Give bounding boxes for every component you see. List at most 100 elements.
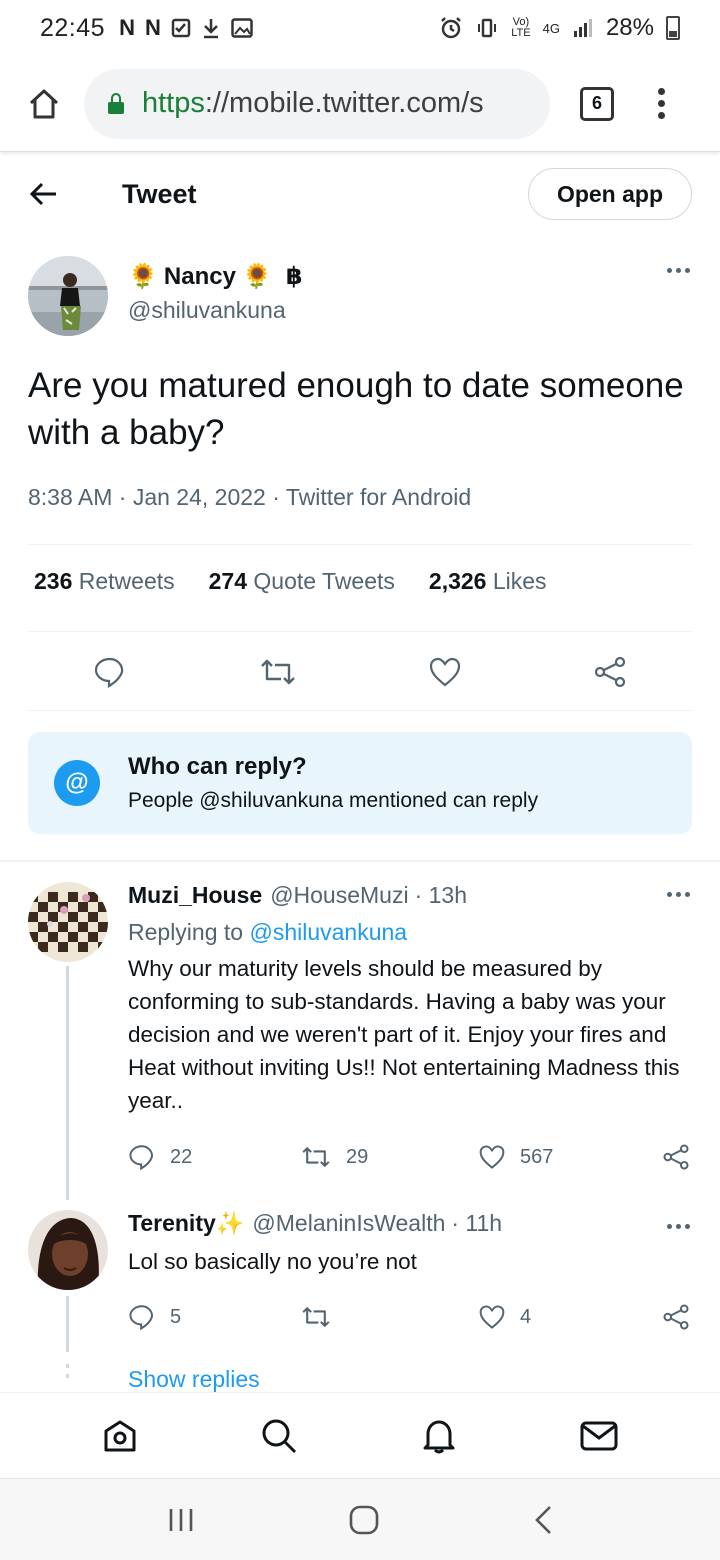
- battery-icon: [666, 16, 680, 40]
- retweets-stat[interactable]: 236 Retweets: [34, 568, 175, 595]
- tweet-timestamp[interactable]: 8:38 AM · Jan 24, 2022 · Twitter for And…: [28, 484, 471, 511]
- mention-link[interactable]: @shiluvankuna: [249, 919, 407, 945]
- show-replies-link[interactable]: Show replies: [128, 1366, 260, 1393]
- thread-dot: [66, 1374, 69, 1378]
- system-navigation: [0, 1478, 720, 1560]
- more-options-icon[interactable]: [667, 268, 690, 273]
- back-arrow-icon[interactable]: [28, 178, 60, 210]
- messages-envelope-icon[interactable]: [579, 1419, 619, 1453]
- mention-icon: @: [54, 760, 100, 806]
- address-bar[interactable]: https://mobile.twitter.com/s: [84, 68, 550, 139]
- home-icon: [29, 89, 59, 118]
- reply-time[interactable]: · 13h: [415, 882, 467, 909]
- like-icon[interactable]: [428, 656, 462, 688]
- share-icon[interactable]: [662, 1143, 690, 1171]
- divider: [28, 710, 692, 711]
- network-type: 4G: [542, 20, 560, 36]
- status-time: 22:45: [40, 13, 106, 42]
- thread-dot: [66, 1364, 69, 1368]
- recent-apps-icon[interactable]: [166, 1505, 196, 1535]
- tweet-stats: 236 Retweets 274 Quote Tweets 2,326 Like…: [34, 568, 547, 595]
- back-icon[interactable]: [532, 1504, 554, 1536]
- baht-badge: ฿: [285, 263, 303, 290]
- image-icon: [231, 18, 253, 38]
- volte-icon: Vo) LTE: [511, 16, 531, 39]
- like-button[interactable]: 4: [478, 1304, 662, 1330]
- search-icon[interactable]: [260, 1417, 298, 1455]
- avatar[interactable]: [28, 1210, 108, 1290]
- like-button[interactable]: 567: [478, 1144, 662, 1170]
- sunflower-emoji: 🌻: [241, 263, 272, 290]
- reply-author-name[interactable]: Terenity✨: [128, 1210, 244, 1237]
- reply-header: Muzi_House @HouseMuzi · 13h: [128, 882, 694, 909]
- sparkles-emoji: ✨: [215, 1210, 245, 1236]
- home-icon[interactable]: [101, 1417, 139, 1455]
- tab-switcher-button[interactable]: 6: [580, 86, 614, 121]
- browser-toolbar: https://mobile.twitter.com/s 6: [0, 56, 720, 152]
- display-name-text: Nancy: [163, 262, 236, 290]
- divider: [28, 631, 692, 632]
- reply-actions: 5 4: [128, 1302, 694, 1332]
- retweet-icon[interactable]: [258, 655, 298, 689]
- who-can-reply-box: @ Who can reply? People @shiluvankuna me…: [28, 732, 692, 834]
- sunflower-emoji: 🌻: [128, 263, 158, 290]
- reply-button[interactable]: 5: [128, 1303, 300, 1331]
- section-divider: [0, 860, 720, 862]
- system-status: Vo) LTE 4G 28%: [439, 14, 680, 42]
- like-icon: [479, 1145, 505, 1169]
- browser-menu-icon[interactable]: [658, 88, 665, 119]
- like-count: 4: [520, 1305, 532, 1328]
- share-icon[interactable]: [662, 1303, 690, 1331]
- like-count: 567: [520, 1145, 554, 1168]
- tweet-author: 🌻 Nancy 🌻 ฿ @shiluvankuna: [28, 256, 692, 342]
- retweet-icon: [302, 1147, 330, 1167]
- open-app-button[interactable]: Open app: [527, 168, 692, 220]
- retweet-icon: [302, 1307, 330, 1327]
- more-options-icon[interactable]: [667, 1224, 690, 1229]
- reply-time[interactable]: · 11h: [451, 1210, 502, 1237]
- replying-to: Replying to @shiluvankuna: [128, 919, 408, 945]
- home-button-icon[interactable]: [348, 1504, 380, 1536]
- reply-icon: [129, 1145, 153, 1171]
- notification-icons: N N: [119, 15, 253, 41]
- retweet-button[interactable]: [300, 1303, 478, 1331]
- reply-author-name[interactable]: Muzi_House: [128, 882, 262, 909]
- reply-icon[interactable]: [93, 655, 127, 689]
- thread-line: [66, 1296, 69, 1352]
- tweet-actions: [28, 648, 692, 696]
- reply-text: Why our maturity levels should be measur…: [128, 956, 680, 1113]
- reply-icon: [129, 1305, 153, 1331]
- status-bar: 22:45 N N Vo) LTE 4G 28%: [0, 0, 720, 56]
- notifications-bell-icon[interactable]: [420, 1417, 458, 1455]
- avatar[interactable]: [28, 256, 108, 336]
- reply-count: 5: [170, 1305, 182, 1328]
- retweet-count: 29: [346, 1145, 369, 1168]
- avatar[interactable]: [28, 882, 108, 962]
- url-text[interactable]: https://mobile.twitter.com/s: [142, 87, 484, 120]
- n-notification-icon: N: [144, 15, 161, 40]
- reply-button[interactable]: 22: [128, 1143, 300, 1171]
- like-icon: [479, 1305, 505, 1329]
- checkbox-notification-icon: [171, 18, 191, 38]
- reply-author-handle[interactable]: @HouseMuzi: [270, 882, 408, 909]
- alarm-icon: [439, 16, 463, 40]
- reply-count: 22: [170, 1145, 193, 1168]
- share-icon[interactable]: [593, 655, 627, 689]
- reply-author-handle[interactable]: @MelaninIsWealth: [252, 1210, 445, 1237]
- browser-home-button[interactable]: [16, 76, 72, 132]
- download-icon: [201, 17, 221, 39]
- author-handle[interactable]: @shiluvankuna: [128, 297, 303, 324]
- quote-tweets-stat[interactable]: 274 Quote Tweets: [209, 568, 395, 595]
- page-title: Tweet: [122, 178, 197, 209]
- display-name[interactable]: 🌻 Nancy 🌻 ฿: [128, 262, 303, 291]
- tweet-text: Are you matured enough to date someone w…: [28, 366, 684, 452]
- who-can-reply-title: Who can reply?: [128, 753, 307, 780]
- bottom-navigation: [0, 1392, 720, 1478]
- retweet-button[interactable]: 29: [300, 1143, 478, 1171]
- page-header: Tweet Open app: [0, 156, 720, 232]
- signal-icon: [572, 17, 594, 39]
- reply-text: Lol so basically no you’re not: [128, 1249, 417, 1274]
- likes-stat[interactable]: 2,326 Likes: [429, 568, 547, 595]
- thread-line: [66, 966, 69, 1200]
- more-options-icon[interactable]: [667, 892, 690, 897]
